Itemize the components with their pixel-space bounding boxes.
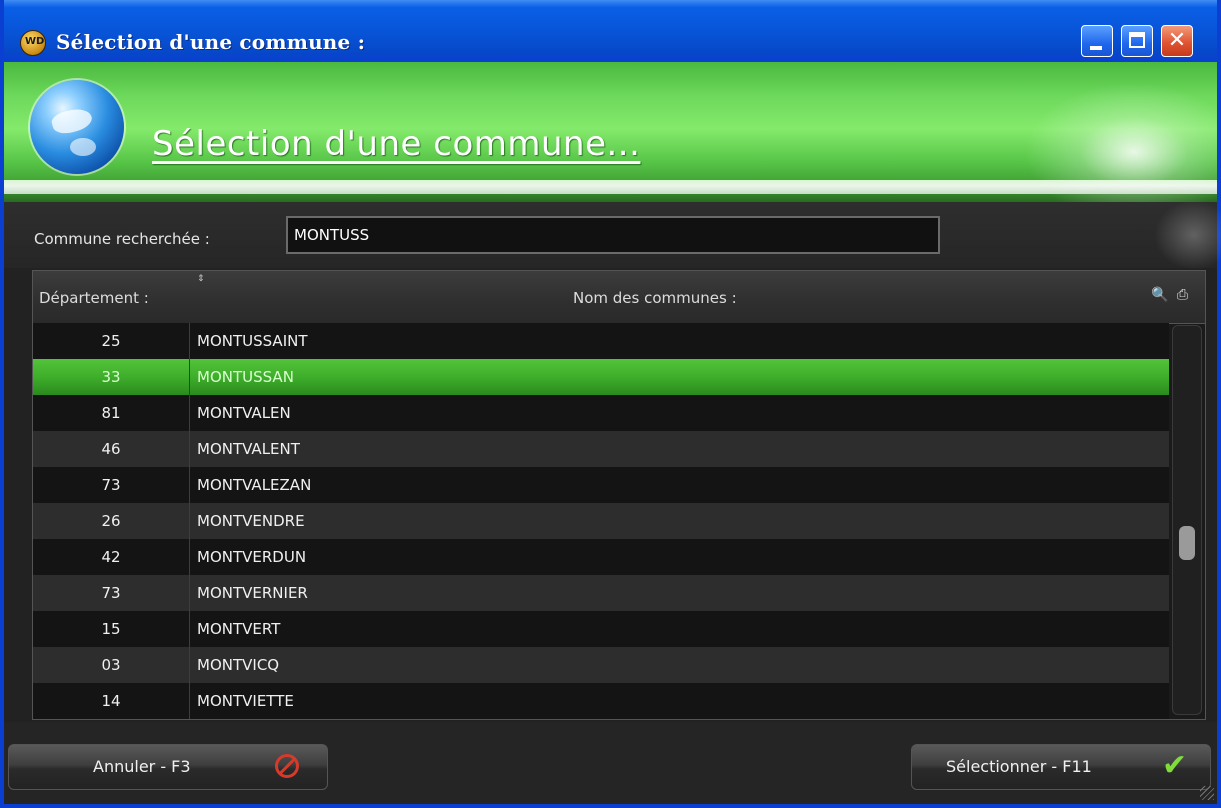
cell-commune-name: MONTVALENT: [197, 440, 300, 458]
search-input[interactable]: MONTUSS: [286, 216, 940, 254]
cell-commune-name: MONTVALEN: [197, 404, 291, 422]
table-row[interactable]: 25 MONTUSSAINT: [33, 323, 1169, 359]
maximize-button[interactable]: [1121, 25, 1153, 57]
cell-departement: 73: [33, 575, 190, 611]
cell-commune-name: MONTVALEZAN: [197, 476, 312, 494]
column-header-departement[interactable]: Département :: [39, 289, 149, 307]
table-row[interactable]: 26 MONTVENDRE: [33, 503, 1169, 539]
cell-commune-name: MONTVIETTE: [197, 692, 294, 710]
table-header: Département : ⇕ Nom des communes : 🔍 ⎙: [33, 271, 1205, 324]
search-glow: [1154, 200, 1221, 270]
cell-departement: 26: [33, 503, 190, 539]
vertical-scrollbar[interactable]: [1172, 325, 1202, 715]
column-header-nom[interactable]: Nom des communes :: [573, 289, 737, 307]
cancel-icon: [275, 754, 299, 778]
export-icon[interactable]: ⎙: [1177, 287, 1188, 303]
scrollbar-thumb[interactable]: [1179, 526, 1195, 560]
cell-commune-name: MONTVERDUN: [197, 548, 307, 566]
select-button[interactable]: Sélectionner - F11 ✔: [911, 744, 1211, 790]
cell-departement: 15: [33, 611, 190, 647]
table-row[interactable]: 42 MONTVERDUN: [33, 539, 1169, 575]
banner-title: Sélection d'une commune...: [152, 124, 641, 164]
window-title: Sélection d'une commune :: [56, 30, 366, 54]
cell-commune-name: MONTVERT: [197, 620, 281, 638]
cell-departement: 42: [33, 539, 190, 575]
table-row[interactable]: 33 MONTUSSAN: [33, 359, 1169, 395]
cell-commune-name: MONTVERNIER: [197, 584, 308, 602]
cancel-button[interactable]: Annuler - F3: [8, 744, 328, 790]
table-row[interactable]: 15 MONTVERT: [33, 611, 1169, 647]
banner-band: [4, 180, 1217, 194]
cell-commune-name: MONTUSSAN: [197, 368, 294, 386]
sort-icon[interactable]: ⇕: [197, 275, 205, 284]
cell-departement: 73: [33, 467, 190, 503]
globe-icon: [30, 80, 124, 174]
cell-departement: 33: [33, 359, 190, 395]
table-row[interactable]: 81 MONTVALEN: [33, 395, 1169, 431]
cell-commune-name: MONTVENDRE: [197, 512, 305, 530]
cell-commune-name: MONTUSSAINT: [197, 332, 308, 350]
table-row[interactable]: 73 MONTVERNIER: [33, 575, 1169, 611]
windev-icon: WD: [20, 30, 46, 56]
cell-departement: 46: [33, 431, 190, 467]
cancel-button-label: Annuler - F3: [93, 757, 191, 776]
header-banner: Sélection d'une commune...: [4, 62, 1217, 202]
resize-grip[interactable]: [1200, 786, 1214, 800]
search-icon[interactable]: 🔍: [1151, 287, 1168, 303]
cell-departement: 03: [33, 647, 190, 683]
header-tools: 🔍 ⎙: [1151, 287, 1192, 303]
table-row[interactable]: 03 MONTVICQ: [33, 647, 1169, 683]
close-icon: ✕: [1167, 28, 1187, 53]
title-bar[interactable]: WD Sélection d'une commune : ✕: [4, 0, 1217, 62]
table-row[interactable]: 14 MONTVIETTE: [33, 683, 1169, 719]
communes-table: Département : ⇕ Nom des communes : 🔍 ⎙ 2…: [32, 270, 1206, 720]
table-row[interactable]: 73 MONTVALEZAN: [33, 467, 1169, 503]
checkmark-icon: ✔: [1162, 748, 1188, 783]
cell-departement: 14: [33, 683, 190, 719]
minimize-button[interactable]: [1081, 25, 1113, 57]
close-button[interactable]: ✕: [1161, 25, 1193, 57]
table-row[interactable]: 46 MONTVALENT: [33, 431, 1169, 467]
search-label: Commune recherchée :: [34, 230, 210, 248]
cell-departement: 25: [33, 323, 190, 359]
cell-departement: 81: [33, 395, 190, 431]
cell-commune-name: MONTVICQ: [197, 656, 280, 674]
app-icon-text: WD: [25, 36, 45, 47]
dialog-window: WD Sélection d'une commune : ✕ Sélection…: [0, 0, 1221, 808]
select-button-label: Sélectionner - F11: [946, 757, 1092, 776]
table-body: 25 MONTUSSAINT 33 MONTUSSAN 81 MONTVALEN 46 MON…: [33, 323, 1169, 719]
